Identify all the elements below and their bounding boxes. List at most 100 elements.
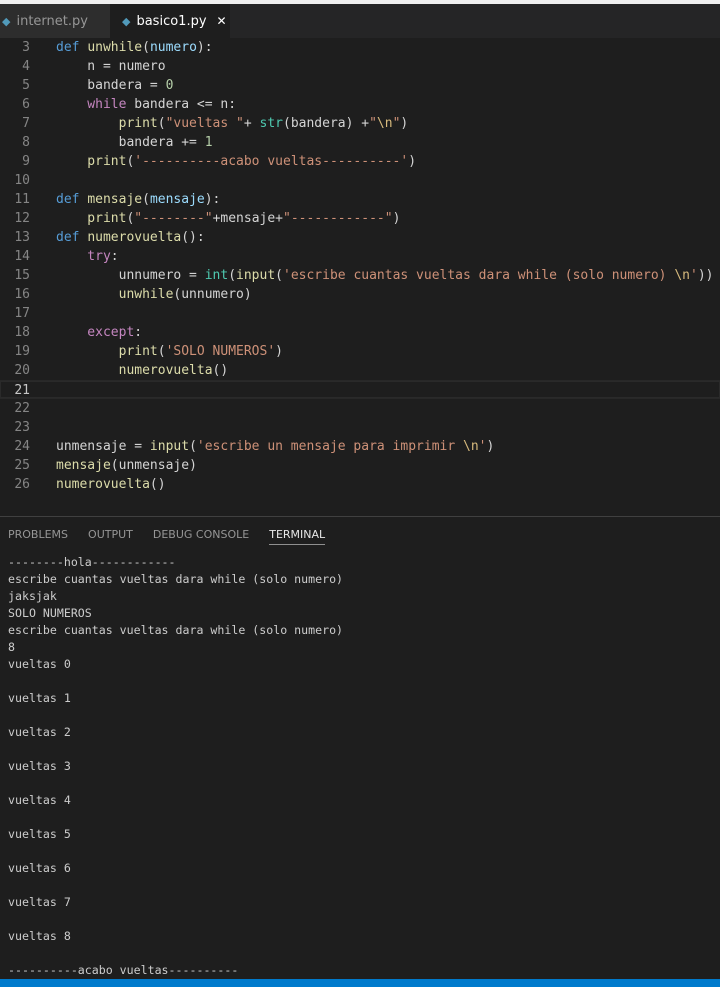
code-line: 15 unnumero = int(input('escribe cuantas… (0, 266, 720, 285)
code-token: ( (189, 439, 197, 454)
code-token: +mensaje+ (212, 211, 284, 226)
line-number: 25 (14, 458, 30, 473)
code-text: print("vueltas "+ str(bandera) +"\n") (56, 114, 409, 133)
code-token: print (56, 211, 127, 226)
terminal-line: vueltas 8 (8, 929, 71, 943)
code-token: ' (690, 268, 698, 283)
code-line: 14 try: (0, 247, 720, 266)
code-text: bandera += 1 (56, 133, 213, 152)
line-number: 8 (22, 135, 30, 150)
code-token: unwhile (56, 287, 174, 302)
code-token: input (236, 268, 276, 283)
close-icon[interactable]: ✕ (217, 14, 227, 28)
code-token: try (56, 249, 111, 264)
terminal-line: --------hola------------ (8, 555, 176, 569)
tab-internet-py[interactable]: ◆ internet.py (0, 4, 110, 38)
terminal-line: SOLO NUMEROS (8, 606, 92, 620)
code-text: except: (56, 323, 142, 342)
code-token: bandera = (56, 78, 166, 93)
code-token: numero (149, 40, 197, 55)
editor-tab-bar: ◆ internet.py ◆ basico1.py ✕ (0, 4, 720, 38)
code-token: (unmensaje) (110, 458, 197, 473)
code-token: '----------acabo vueltas----------' (134, 154, 409, 169)
code-token: 0 (165, 78, 174, 93)
terminal-line: 8 (8, 640, 15, 654)
terminal-line: ----------acabo vueltas---------- (8, 963, 239, 977)
code-line: 10 (0, 171, 720, 190)
code-token: \n (376, 116, 393, 131)
line-number: 16 (14, 287, 30, 302)
code-token: "------------" (283, 211, 393, 226)
code-token: ( (275, 268, 283, 283)
code-line: 19 print('SOLO NUMEROS') (0, 342, 720, 361)
code-line: 22 (0, 399, 720, 418)
code-token: 'escribe un mensaje para imprimir (196, 439, 463, 454)
python-icon: ◆ (2, 14, 11, 28)
code-text: unwhile(unnumero) (56, 285, 252, 304)
line-number: 24 (14, 439, 30, 454)
terminal-line: vueltas 6 (8, 861, 71, 875)
line-number: 10 (14, 173, 30, 188)
code-text: try: (56, 247, 118, 266)
line-number: 15 (14, 268, 30, 283)
tab-problems[interactable]: PROBLEMS (8, 517, 68, 553)
line-number: 5 (22, 78, 30, 93)
terminal-line: vueltas 0 (8, 657, 71, 671)
terminal-line: vueltas 3 (8, 759, 71, 773)
line-number: 23 (14, 420, 30, 435)
line-number: 20 (14, 363, 30, 378)
code-token: + (243, 116, 260, 131)
code-text: numerovuelta() (56, 475, 166, 494)
terminal-line: vueltas 4 (8, 793, 71, 807)
code-token: () (149, 477, 166, 492)
code-line: 17 (0, 304, 720, 323)
terminal-line: escribe cuantas vueltas dara while (solo… (8, 623, 344, 637)
terminal-line: vueltas 2 (8, 725, 71, 739)
code-token: \n (463, 439, 479, 454)
code-token: )) (697, 268, 714, 283)
line-number: 12 (14, 211, 30, 226)
code-token: print (56, 116, 158, 131)
code-token: int (204, 268, 229, 283)
code-token: ) (400, 116, 409, 131)
code-token: ): (196, 40, 213, 55)
code-token: except (56, 325, 135, 340)
code-text: def unwhile(numero): (56, 38, 213, 57)
tab-debug-console[interactable]: DEBUG CONSOLE (153, 517, 249, 553)
line-number: 26 (14, 477, 30, 492)
panel-tabs: PROBLEMS OUTPUT DEBUG CONSOLE TERMINAL (0, 517, 720, 553)
code-text: numerovuelta() (56, 361, 229, 380)
tab-terminal[interactable]: TERMINAL (269, 517, 326, 545)
code-line: 25 mensaje(unmensaje) (0, 456, 720, 475)
code-text: mensaje(unmensaje) (56, 456, 197, 475)
code-token: mensaje (56, 458, 111, 473)
code-line: 24 unmensaje = input('escribe un mensaje … (0, 437, 720, 456)
code-text: print("--------"+mensaje+"------------") (56, 209, 400, 228)
code-text: print('SOLO NUMEROS') (56, 342, 283, 361)
terminal-line: escribe cuantas vueltas dara while (solo… (8, 572, 344, 586)
code-text: print('----------acabo vueltas----------… (56, 152, 416, 171)
terminal-output[interactable]: --------hola------------ escribe cuantas … (8, 554, 343, 979)
code-line: 6 while bandera <= n: (0, 95, 720, 114)
code-token: numerovuelta (56, 363, 213, 378)
tab-output[interactable]: OUTPUT (88, 517, 133, 553)
code-editor[interactable]: 3 def unwhile(numero): 4 n = numero 5 bande… (0, 38, 720, 516)
tab-basico1-py[interactable]: ◆ basico1.py ✕ (110, 4, 230, 38)
code-token: ) (392, 211, 401, 226)
code-text: bandera = 0 (56, 76, 173, 95)
line-number: 6 (22, 97, 30, 112)
code-token: print (56, 154, 127, 169)
code-line: 21 (0, 380, 720, 399)
code-line: 9 print('----------acabo vueltas--------… (0, 152, 720, 171)
code-token: "vueltas " (165, 116, 244, 131)
code-token: ) (486, 439, 495, 454)
code-token: bandera += (56, 135, 205, 150)
code-line: 26 numerovuelta() (0, 475, 720, 494)
code-text: def numerovuelta(): (56, 228, 205, 247)
code-line: 13 def numerovuelta(): (0, 228, 720, 247)
